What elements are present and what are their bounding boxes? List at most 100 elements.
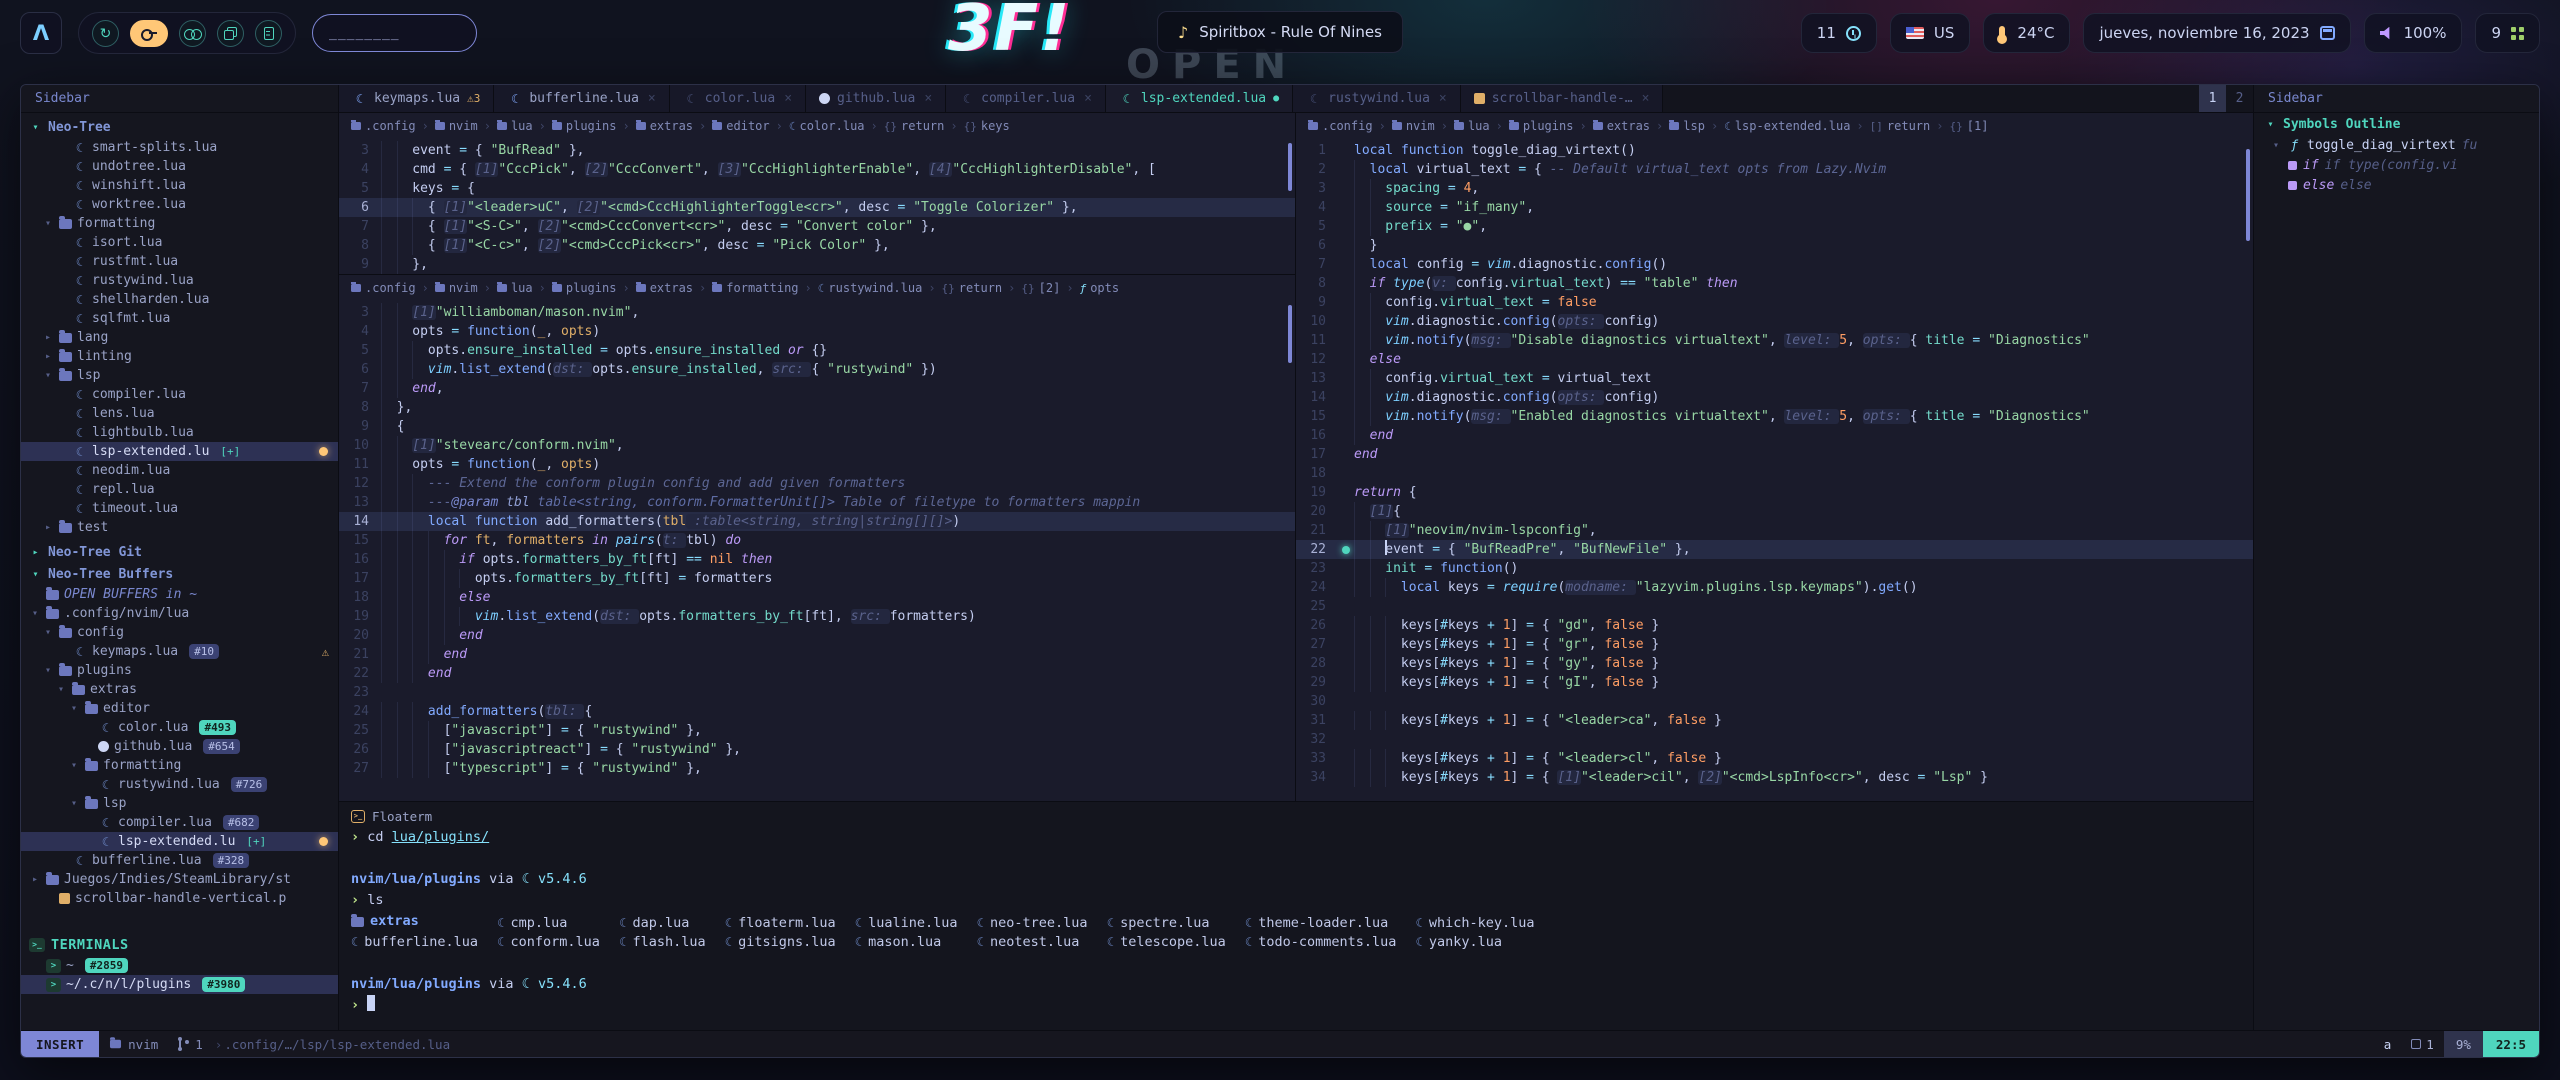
code-line-15[interactable]: 15vim.notify(msg: "Enabled diagnostics v… [1296,407,2253,426]
file-entry[interactable]: ☾conform.lua [497,932,619,953]
file-entry[interactable]: ☾floaterm.lua [725,913,855,933]
note-button[interactable] [255,20,282,47]
code-line-16[interactable]: 16end [1296,426,2253,445]
tree-item-undotree-lua[interactable]: ☾undotree.lua [21,157,338,176]
scrollbar-thumb[interactable] [1288,143,1292,191]
tree-item-editor[interactable]: ▾editor [21,699,338,718]
tree-item-github-lua[interactable]: github.lua#654 [21,737,338,756]
code-line-11[interactable]: 11opts = function(_, opts) [339,455,1295,474]
tree-item-bufferline-lua[interactable]: ☾bufferline.lua#328 [21,851,338,870]
tree-item-rustywind-lua[interactable]: ☾rustywind.lua [21,271,338,290]
close-icon[interactable]: × [924,91,932,106]
widget-timer[interactable]: 11 [1801,13,1877,53]
widget-weather[interactable]: 24°C [1983,13,2070,53]
breadcrumb-item[interactable]: plugins [552,281,617,295]
tree-item-timeout-lua[interactable]: ☾timeout.lua [21,499,338,518]
code-line-26[interactable]: 26["javascriptreact"] = { "rustywind" }, [339,740,1295,759]
directory-entry[interactable]: extras [351,911,497,932]
file-entry[interactable]: ☾telescope.lua [1107,932,1245,953]
code-area[interactable]: 3event = { "BufRead" },4cmd = { [1]"CccP… [339,139,1295,274]
tab-keymaps-lua[interactable]: ☾keymaps.lua⚠3 [339,85,494,112]
neotree-section-header[interactable]: Neo-Tree [21,116,338,138]
tree-item-isort-lua[interactable]: ☾isort.lua [21,233,338,252]
breadcrumb-item[interactable]: ☾lsp-extended.lua [1724,119,1850,133]
code-line-4[interactable]: 4opts = function(_, opts) [339,322,1295,341]
code-line-22[interactable]: 22end [339,664,1295,683]
music-widget[interactable]: Spiritbox - Rule Of Nines [1157,11,1403,53]
terminals-section-header[interactable]: TERMINALS [21,934,338,956]
tree-item-sqlfmt-lua[interactable]: ☾sqlfmt.lua [21,309,338,328]
code-line-13[interactable]: 13config.virtual_text = virtual_text [1296,369,2253,388]
code-line-17[interactable]: 17opts.formatters_by_ft[ft] = formatters [339,569,1295,588]
tree-item-lsp-extended-lu[interactable]: ☾lsp-extended.lu[+] [21,442,338,461]
code-line-25[interactable]: 25["javascript"] = { "rustywind" }, [339,721,1295,740]
tree-item-test[interactable]: ▸test [21,518,338,537]
code-line-23[interactable]: 23init = function() [1296,559,2253,578]
tree-item-rustywind-lua[interactable]: ☾rustywind.lua#726 [21,775,338,794]
code-line-3[interactable]: 3[1]"williamboman/mason.nvim", [339,303,1295,322]
breadcrumb-item[interactable]: lua [497,281,533,295]
file-entry[interactable]: ☾mason.lua [855,932,977,953]
code-line-20[interactable]: 20[1]{ [1296,502,2253,521]
breadcrumb-item[interactable]: lsp [1669,119,1705,133]
widget-date[interactable]: jueves, noviembre 16, 2023 [2083,13,2350,53]
file-entry[interactable]: ☾which-key.lua [1416,913,1554,933]
code-area[interactable]: 3[1]"williamboman/mason.nvim",4opts = fu… [339,301,1295,801]
tree-item-item[interactable]: >~#2859 [21,956,338,975]
close-icon[interactable]: × [1642,91,1650,106]
code-line-9[interactable]: 9}, [339,255,1295,274]
tree-item-worktree-lua[interactable]: ☾worktree.lua [21,195,338,214]
tab-lsp-extended-lua[interactable]: ☾lsp-extended.lua● [1106,85,1293,112]
tab-scrollbar-handle[interactable]: scrollbar-handle-…× [1461,85,1664,112]
file-entry[interactable]: ☾lualine.lua [855,913,977,933]
breadcrumb-item[interactable]: nvim [435,119,478,133]
code-line-26[interactable]: 26keys[#keys + 1] = { "gd", false } [1296,616,2253,635]
code-line-19[interactable]: 19vim.list_extend(dst: opts.formatters_b… [339,607,1295,626]
tree-item-c-n-l-plugins[interactable]: >~/.c/n/l/plugins#3980 [21,975,338,994]
tree-item-formatting[interactable]: ▾formatting [21,214,338,233]
code-line-14[interactable]: 14local function add_formatters(tbl :tab… [339,512,1295,531]
tree-item-shellharden-lua[interactable]: ☾shellharden.lua [21,290,338,309]
code-line-16[interactable]: 16if opts.formatters_by_ft[ft] == nil th… [339,550,1295,569]
breadcrumb-item[interactable]: .config [351,119,416,133]
tree-item-open-buffers-in[interactable]: OPEN BUFFERS in ~ [21,585,338,604]
code-line-5[interactable]: 5keys = { [339,179,1295,198]
widget-keyboard-layout[interactable]: US [1890,13,1971,53]
code-line-7[interactable]: 7end, [339,379,1295,398]
outline-item-toggle-diag-virtext[interactable]: ▾ƒtoggle_diag_virtext fu [2254,135,2539,155]
file-entry[interactable]: ☾flash.lua [619,932,725,953]
code-line-10[interactable]: 10vim.diagnostic.config(opts: config) [1296,312,2253,331]
code-line-11[interactable]: 11vim.notify(msg: "Disable diagnostics v… [1296,331,2253,350]
copy-button[interactable] [217,20,244,47]
breadcrumb-item[interactable]: extras [636,281,693,295]
tree-item-smart-splits-lua[interactable]: ☾smart-splits.lua [21,138,338,157]
scrollbar-thumb[interactable] [2246,149,2250,241]
file-entry[interactable]: ☾todo-comments.lua [1245,932,1416,953]
tabpage-1[interactable]: 1 [2199,85,2226,112]
tree-item-color-lua[interactable]: ☾color.lua#493 [21,718,338,737]
code-line-27[interactable]: 27keys[#keys + 1] = { "gr", false } [1296,635,2253,654]
code-line-34[interactable]: 34keys[#keys + 1] = { [1]"<leader>cil", … [1296,768,2253,787]
code-line-24[interactable]: 24add_formatters(tbl: { [339,702,1295,721]
breadcrumb-item[interactable]: {}[2] [1021,281,1060,295]
breadcrumb-item[interactable]: {}return [884,119,945,133]
code-area[interactable]: 1local function toggle_diag_virtext()2lo… [1296,139,2253,801]
breadcrumb-item[interactable]: ƒopts [1080,281,1120,295]
close-icon[interactable]: × [784,91,792,106]
tab-github-lua[interactable]: github.lua× [806,85,946,112]
tree-item-repl-lua[interactable]: ☾repl.lua [21,480,338,499]
code-line-7[interactable]: 7local config = vim.diagnostic.config() [1296,255,2253,274]
tab-rustywind-lua[interactable]: ☾rustywind.lua× [1293,85,1461,112]
breadcrumb-item[interactable]: ☾rustywind.lua [818,281,923,295]
tree-item-rustfmt-lua[interactable]: ☾rustfmt.lua [21,252,338,271]
code-line-18[interactable]: 18 [1296,464,2253,483]
breadcrumb-item[interactable]: lua [1454,119,1490,133]
tree-item-formatting[interactable]: ▾formatting [21,756,338,775]
tree-item-extras[interactable]: ▾extras [21,680,338,699]
tab-color-lua[interactable]: ☾color.lua× [670,85,806,112]
tree-item-winshift-lua[interactable]: ☾winshift.lua [21,176,338,195]
code-line-10[interactable]: 10[1]"stevearc/conform.nvim", [339,436,1295,455]
tree-item-config[interactable]: ▾config [21,623,338,642]
outline-section-header[interactable]: Symbols Outline [2254,113,2539,135]
tree-item-neodim-lua[interactable]: ☾neodim.lua [21,461,338,480]
